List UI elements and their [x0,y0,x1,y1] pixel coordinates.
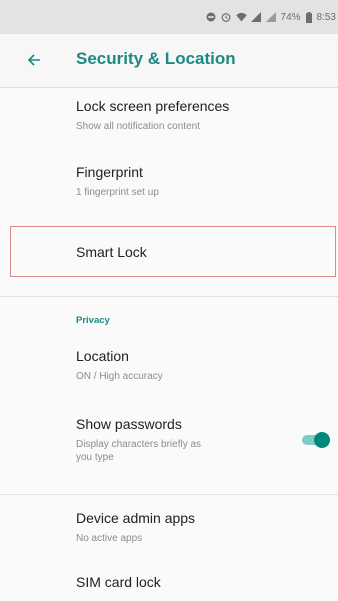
item-subtitle: No active apps [76,533,143,544]
item-title: Lock screen preferences [76,98,230,114]
item-subtitle-line-2: you type [76,452,114,463]
item-title: Smart Lock [76,244,147,260]
status-bar: 74% 8:53 [0,0,338,34]
page-title: Security & Location [76,49,236,68]
alarm-icon [221,12,231,22]
arrow-back-icon [27,54,40,66]
item-title: Device admin apps [76,510,196,526]
item-title: Fingerprint [76,164,143,180]
wifi-icon [235,12,247,22]
screen: 74% 8:53 Security & Location Lock screen… [0,0,338,601]
clock-time: 8:53 [316,11,336,23]
item-title: Show passwords [76,416,182,432]
battery-icon [305,12,312,23]
list-item-location[interactable]: Location ON / High accuracy [0,336,338,392]
item-subtitle: 1 fingerprint set up [76,187,159,198]
list-item-device-admin-apps[interactable]: Device admin apps No active apps [0,500,338,556]
item-title: SIM card lock [76,574,161,590]
item-title: Location [76,348,129,364]
app-toolbar: Security & Location [0,34,338,88]
list-item-lock-screen-preferences[interactable]: Lock screen preferences Show all notific… [0,88,338,140]
do-not-disturb-icon [206,12,216,22]
list-item-show-passwords[interactable]: Show passwords Display characters briefl… [0,406,338,484]
list-item-sim-card-lock[interactable]: SIM card lock [0,566,338,601]
battery-percent: 74% [280,11,301,23]
toggle-thumb [314,432,330,448]
list-item-fingerprint[interactable]: Fingerprint 1 fingerprint set up [0,152,338,210]
signal-icon [250,12,261,22]
back-button[interactable] [24,50,44,70]
list-item-smart-lock[interactable]: Smart Lock [0,226,338,277]
signal-secondary-icon [265,12,276,22]
item-subtitle-line-1: Display characters briefly as [76,439,202,450]
divider [0,494,338,495]
item-subtitle: Show all notification content [76,121,200,132]
item-subtitle: ON / High accuracy [76,371,163,382]
section-header-privacy: Privacy [76,315,110,326]
divider [0,296,338,297]
show-passwords-toggle[interactable] [302,432,330,448]
